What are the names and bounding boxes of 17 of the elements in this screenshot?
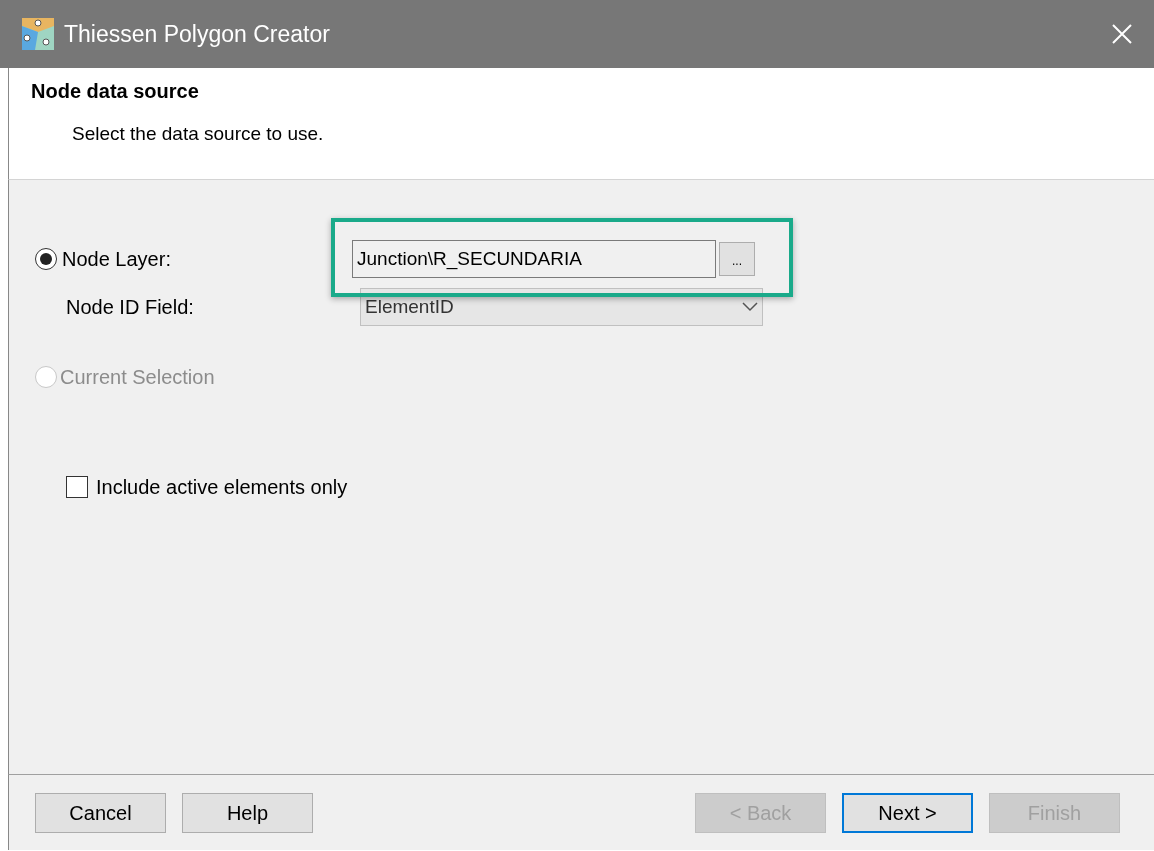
chevron-down-icon: [742, 302, 758, 312]
dialog-button[interactable]: Next >: [842, 792, 973, 833]
window-title: Thiessen Polygon Creator: [64, 19, 331, 49]
radio-button[interactable]: [35, 248, 57, 270]
radio-label: Node Layer:: [62, 247, 172, 272]
browse-button[interactable]: ...: [719, 242, 755, 276]
field-label: Node ID Field:: [66, 295, 195, 320]
page-title: Node data source: [31, 79, 200, 104]
layer-field[interactable]: Junction\R_SECUNDARIA: [352, 240, 716, 278]
radio-label: Current Selection: [60, 365, 216, 390]
app-icon: [22, 18, 54, 50]
checkbox[interactable]: [66, 476, 88, 498]
checkbox-label: Include active elements only: [96, 475, 348, 500]
page-subtitle: Select the data source to use.: [72, 122, 325, 146]
dialog-button[interactable]: Help: [182, 792, 313, 833]
dialog-button[interactable]: Cancel: [35, 792, 166, 833]
close-icon[interactable]: [1112, 24, 1132, 44]
